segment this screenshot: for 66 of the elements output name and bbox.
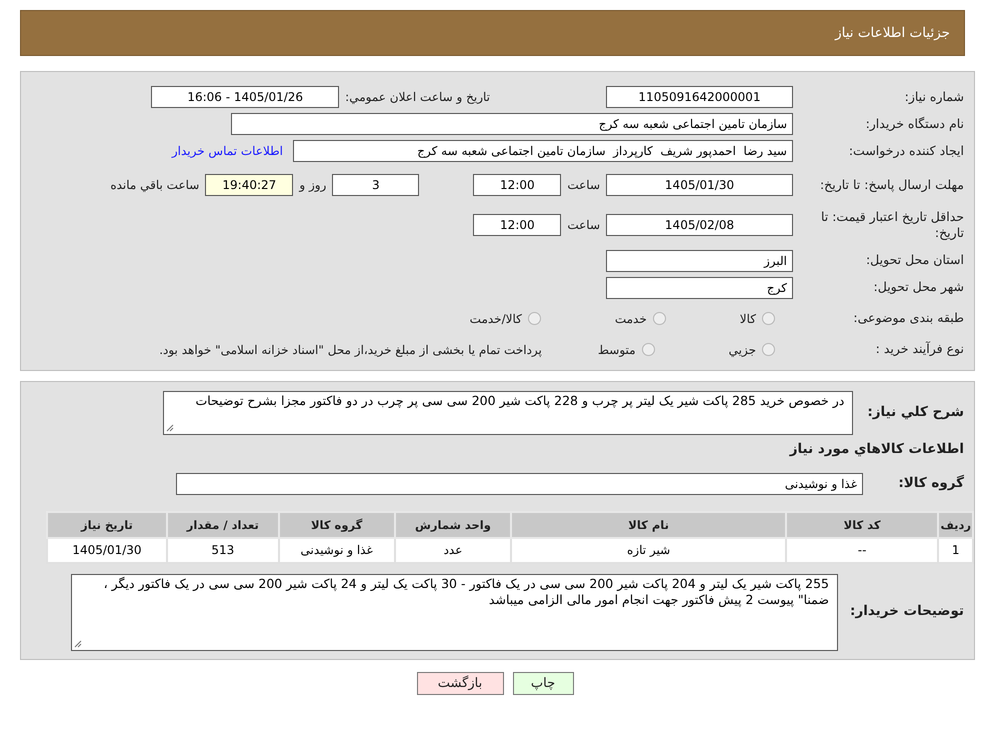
field-label: شرح کلي نیاز:	[866, 404, 965, 422]
text-field[interactable]: 1405/02/08	[606, 214, 793, 236]
resize-grip-icon[interactable]	[74, 640, 82, 648]
column-header: واحد شمارش	[394, 512, 512, 538]
field-label: مهلت ارسال پاسخ: تا تاریخ:	[818, 176, 964, 194]
text-field[interactable]: 12:00	[473, 214, 562, 236]
field-label: گروه کالا:	[897, 474, 965, 492]
text-field[interactable]: 3	[332, 174, 420, 196]
column-header: نام کالا	[511, 512, 786, 538]
text-field[interactable]: غذا و نوشیدنی	[176, 472, 863, 494]
radio-button[interactable]	[652, 312, 666, 325]
field-label: ساعت باقي مانده	[110, 178, 200, 192]
field-label: طبقه بندی موضوعی:	[852, 310, 964, 327]
table-cell: عدد	[394, 538, 512, 562]
resize-grip-icon[interactable]	[166, 424, 174, 432]
field-label: شماره نیاز:	[904, 88, 964, 106]
text-field[interactable]: سید رضا احمدپور شریف کارپرداز سازمان تامین اجتماعی شعبه سه کرج	[293, 140, 793, 162]
text-field[interactable]: 1105091642000001	[606, 86, 793, 108]
radio-label: خدمت	[614, 312, 647, 326]
table-cell: شیر تازه	[511, 538, 786, 562]
field-label: ساعت	[567, 218, 600, 232]
note-text: پرداخت تمام یا بخشی از مبلغ خرید،از محل "اسناد خزانه اسلامی" خواهد بود.	[159, 342, 542, 356]
text-field[interactable]: 1405/01/30	[606, 174, 793, 196]
field-label: ایجاد کننده درخواست:	[848, 142, 964, 160]
column-header: ردیف	[938, 512, 973, 538]
field-label: ساعت	[567, 178, 600, 192]
radio-label: کالا	[740, 312, 756, 326]
radio-label: متوسط	[598, 342, 636, 356]
notes-field[interactable]: 255 پاکت شیر یک لیتر و 204 پاکت شیر 200 سی سی در یک فاکتور - 30 پاکت یک لیتر و 24 پاکت شیر 200 سی سی در یک فاکتور دیگر ، ضمنا" پیوست 2 پیش فاکتور جهت انجام امور مالی الزامی میباشد	[71, 574, 838, 650]
table-cell: غذا و نوشیدنی	[278, 538, 395, 562]
page-title-bar: جزئیات اطلاعات نیاز	[20, 10, 965, 56]
table-cell: 513	[166, 538, 279, 562]
description-text: در خصوص خرید 285 پاکت شیر یک لیتر پر چرب و 228 پاکت شیر 200 سی سی پر چرب در دو فاکتور مجزا بشرح توضیحات	[195, 392, 844, 408]
field-label: شهر محل تحویل:	[872, 279, 964, 296]
field-label: استان محل تحویل:	[864, 252, 964, 269]
field-label: تاریخ و ساعت اعلان عمومي:	[345, 90, 490, 104]
text-field[interactable]: البرز	[606, 250, 793, 272]
contact-link[interactable]: اطلاعات تماس خریدار	[172, 144, 283, 158]
table-cell: 1	[938, 538, 973, 562]
radio-label: کالا/خدمت	[470, 312, 522, 326]
radio-button[interactable]	[528, 312, 541, 325]
back-button[interactable]: بازگشت	[416, 672, 504, 694]
table-cell: --	[786, 538, 938, 562]
field-label: حداقل تاریخ اعتبار قیمت: تا تاریخ:	[820, 209, 964, 242]
print-button[interactable]: چاپ	[512, 672, 574, 694]
radio-button[interactable]	[642, 343, 655, 356]
field-label: روز و	[299, 178, 326, 192]
text-field[interactable]: 1405/01/26 - 16:06	[151, 86, 340, 108]
table-cell: 1405/01/30	[47, 538, 167, 562]
field-label: نام دستگاه خریدار:	[864, 116, 964, 132]
countdown-field[interactable]: 19:40:27	[205, 174, 294, 196]
text-field[interactable]: کرج	[606, 276, 793, 298]
text-field[interactable]: 12:00	[473, 174, 562, 196]
description-field[interactable]: در خصوص خرید 285 پاکت شیر یک لیتر پر چرب و 228 پاکت شیر 200 سی سی پر چرب در دو فاکتور مجزا بشرح توضیحات	[163, 390, 854, 434]
notes-text: 255 پاکت شیر یک لیتر و 204 پاکت شیر 200 سی سی در یک فاکتور - 30 پاکت یک لیتر و 24 پاکت شیر 200 سی سی در یک فاکتور دیگر ، ضمنا" پیوست 2 پیش فاکتور جهت انجام امور مالی الزامی میباشد	[104, 576, 829, 607]
radio-button[interactable]	[762, 312, 775, 325]
section-heading: اطلاعات کالاهاي مورد نیاز	[788, 440, 965, 458]
text-field[interactable]: سازمان تامین اجتماعی شعبه سه کرج	[231, 113, 793, 135]
radio-label: جزيي	[728, 342, 756, 356]
radio-button[interactable]	[762, 343, 775, 356]
field-label: توضیحات خریدار:	[849, 603, 965, 621]
column-header: تعداد / مقدار	[166, 512, 279, 538]
column-header: تاریخ نیاز	[47, 512, 167, 538]
column-header: گروه کالا	[278, 512, 395, 538]
field-label: نوع فرآیند خرید :	[874, 341, 964, 358]
column-header: کد کالا	[786, 512, 938, 538]
